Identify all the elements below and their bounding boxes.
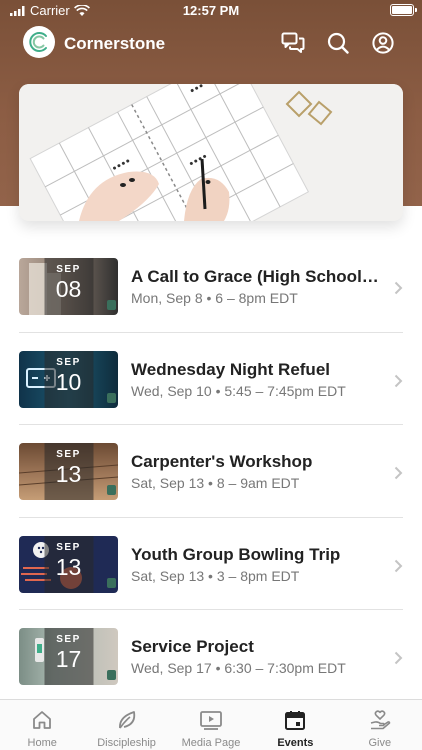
- event-row[interactable]: SEP 10 Wednesday Night Refuel Wed, Sep 1…: [0, 333, 422, 425]
- event-thumbnail: SEP 17: [19, 628, 118, 685]
- tab-home[interactable]: Home: [0, 700, 84, 750]
- event-row[interactable]: SEP 13 Carpenter's Workshop Sat, Sep 13 …: [0, 425, 422, 518]
- status-bar: Carrier 12:57 PM: [0, 0, 422, 22]
- date-day: 08: [55, 276, 82, 302]
- profile-icon: [372, 32, 394, 54]
- date-month: SEP: [56, 634, 81, 645]
- event-title: Youth Group Bowling Trip: [131, 544, 341, 564]
- date-badge: SEP 17: [44, 628, 93, 685]
- date-month: SEP: [56, 264, 81, 275]
- date-day: 13: [55, 553, 82, 580]
- chevron-right-icon: [394, 466, 403, 480]
- heart-hand-icon: [370, 710, 391, 730]
- hero-image[interactable]: [19, 84, 403, 221]
- chevron-right-icon: [394, 374, 403, 387]
- date-month: SEP: [56, 449, 81, 460]
- tab-media-page[interactable]: Media Page: [169, 700, 253, 750]
- chat-icon: [281, 32, 305, 53]
- chevron-right-icon: [394, 559, 403, 572]
- tab-label: Events: [277, 737, 314, 749]
- profile-button[interactable]: [371, 31, 395, 55]
- calendar-icon: [285, 711, 306, 730]
- date-badge: SEP 13: [44, 443, 93, 500]
- video-icon: [200, 711, 222, 730]
- event-list: SEP 08 A Call to Grace (High School S...…: [0, 240, 422, 703]
- event-row[interactable]: SEP 13 Youth Group Bowling Trip Sat, Sep…: [0, 518, 422, 610]
- event-datetime: Sat, Sep 13 • 8 – 9am EDT: [131, 475, 300, 491]
- event-datetime: Sat, Sep 13 • 3 – 8pm EDT: [131, 567, 300, 584]
- app-bar: Cornerstone: [0, 24, 422, 64]
- date-badge: SEP 10: [44, 350, 93, 408]
- event-thumbnail: SEP 08: [19, 258, 118, 315]
- battery-icon: [390, 4, 417, 16]
- logo-icon: [29, 32, 47, 52]
- date-month: SEP: [56, 541, 81, 553]
- tab-label: Discipleship: [97, 737, 156, 749]
- app-logo: [23, 26, 55, 58]
- event-datetime: Wed, Sep 10 • 5:45 – 7:45pm EDT: [131, 382, 346, 399]
- event-row[interactable]: SEP 08 A Call to Grace (High School S...…: [0, 240, 422, 333]
- event-title: A Call to Grace (High School S...: [131, 267, 383, 286]
- date-day: 13: [55, 461, 82, 487]
- tab-label: Media Page: [181, 737, 241, 749]
- date-month: SEP: [56, 356, 81, 368]
- status-time: 12:57 PM: [182, 3, 240, 18]
- event-title: Service Project: [131, 637, 254, 656]
- tab-bar: Home Discipleship Media Page Events Give: [0, 699, 422, 750]
- chevron-right-icon: [394, 281, 403, 295]
- chevron-right-icon: [394, 651, 403, 665]
- app-title: Cornerstone: [64, 34, 166, 53]
- date-day: 17: [55, 646, 82, 672]
- event-thumbnail: SEP 13: [19, 443, 118, 500]
- event-datetime: Mon, Sep 8 • 6 – 8pm EDT: [131, 290, 298, 306]
- tab-label: Give: [368, 737, 392, 749]
- date-badge: SEP 08: [44, 258, 93, 315]
- search-icon: [327, 32, 349, 54]
- event-row[interactable]: SEP 17 Service Project Wed, Sep 17 • 6:3…: [0, 610, 422, 703]
- date-day: 10: [55, 368, 82, 395]
- search-button[interactable]: [326, 31, 350, 55]
- event-title: Wednesday Night Refuel: [131, 359, 330, 379]
- tab-give[interactable]: Give: [338, 700, 422, 750]
- event-thumbnail: SEP 13: [19, 535, 118, 593]
- tab-label: Home: [27, 737, 57, 749]
- tab-events[interactable]: Events: [253, 700, 337, 750]
- leaf-icon: [118, 711, 135, 729]
- event-title: Carpenter's Workshop: [131, 452, 313, 471]
- planner-photo-icon: [19, 84, 403, 221]
- home-icon: [33, 711, 52, 729]
- date-badge: SEP 13: [44, 535, 93, 593]
- event-thumbnail: SEP 10: [19, 350, 118, 408]
- messages-button[interactable]: [281, 31, 305, 55]
- event-datetime: Wed, Sep 17 • 6:30 – 7:30pm EDT: [131, 660, 346, 676]
- tab-discipleship[interactable]: Discipleship: [84, 700, 168, 750]
